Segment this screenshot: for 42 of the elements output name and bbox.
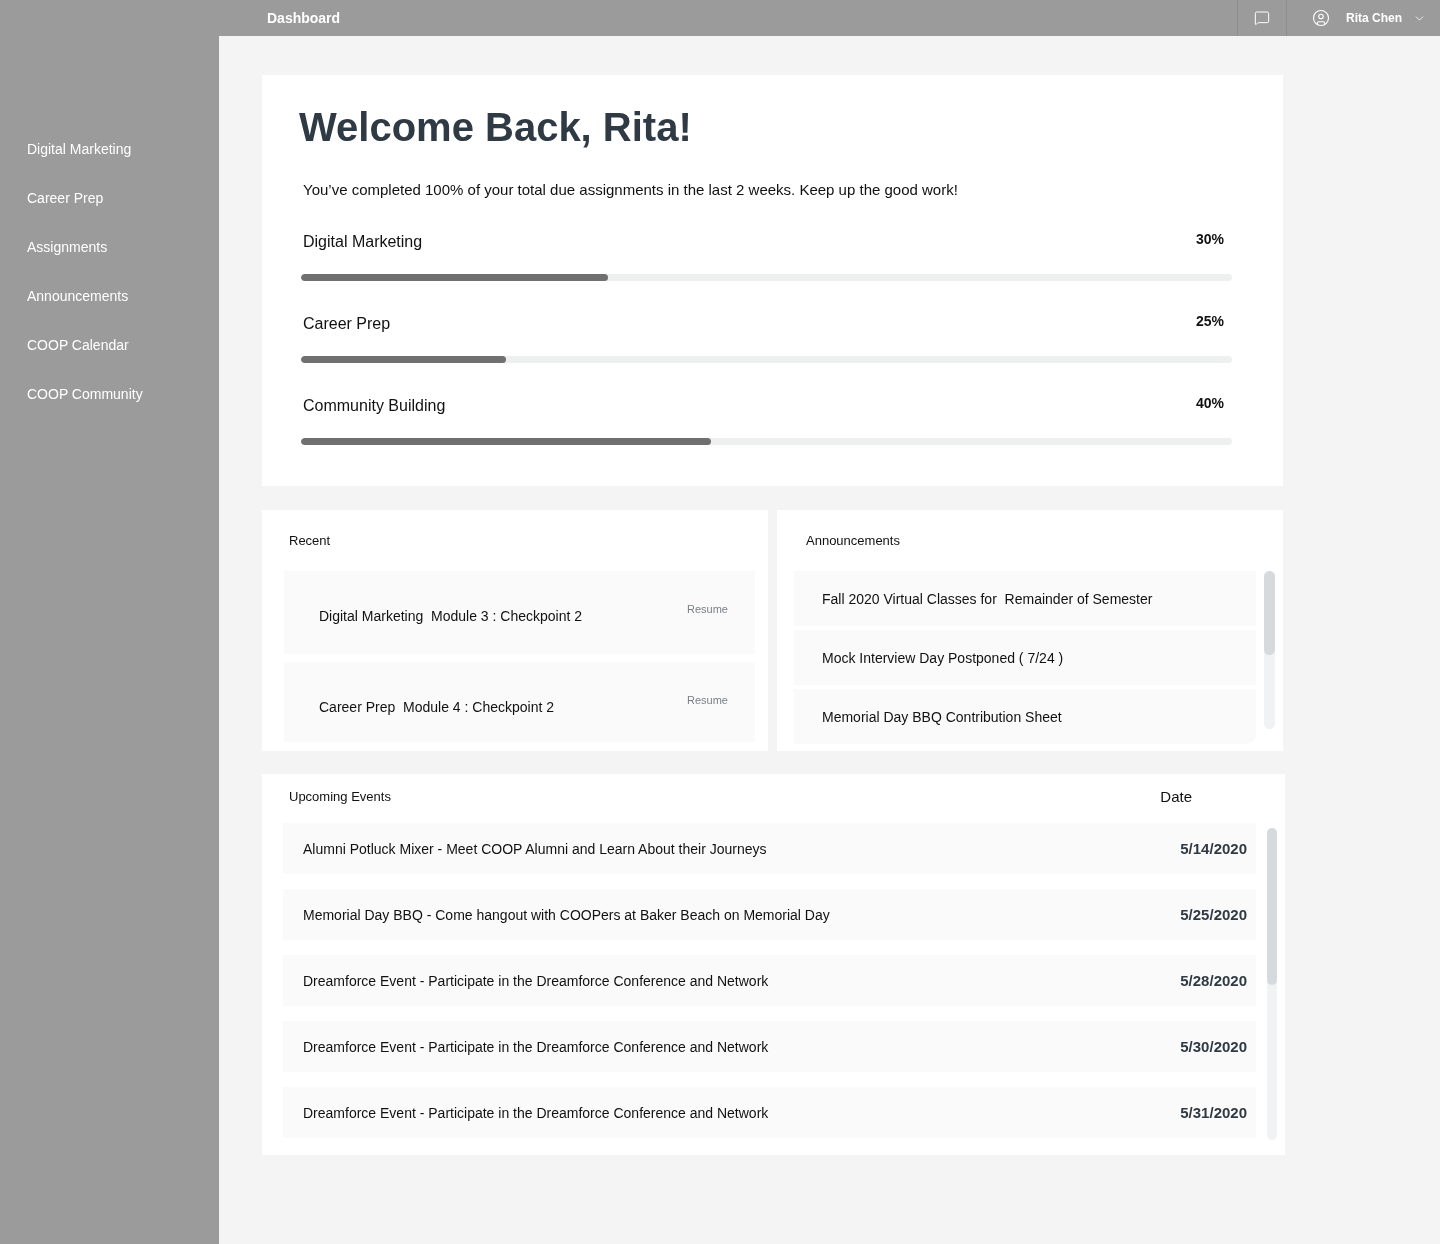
recent-item-title: Digital Marketing Module 3 : Checkpoint 2 (319, 607, 583, 625)
event-title: Dreamforce Event - Participate in the Dreamforce Conference and Network (303, 1037, 769, 1056)
announcement-item[interactable]: Fall 2020 Virtual Classes for Remainder of Semester (794, 571, 1256, 626)
event-date: 5/28/2020 (1180, 971, 1247, 990)
course-label: Community Building (303, 396, 446, 416)
scrollbar-thumb[interactable] (1264, 571, 1275, 655)
scrollbar-thumb[interactable] (1267, 828, 1277, 985)
date-column-header: Date (1160, 788, 1192, 806)
resume-link[interactable]: Resume (687, 693, 728, 707)
recent-item-title: Career Prep Module 4 : Checkpoint 2 (319, 698, 554, 716)
event-title: Alumni Potluck Mixer - Meet COOP Alumni and Learn About their Journeys (303, 839, 767, 858)
announcement-item[interactable]: Mock Interview Day Postponed ( 7/24 ) (794, 630, 1256, 685)
recent-item[interactable]: Digital Marketing Module 3 : Checkpoint 2 Resume (284, 571, 755, 654)
page-title: Dashboard (267, 9, 341, 27)
recent-heading: Recent (289, 533, 331, 549)
user-avatar-icon (1312, 9, 1330, 27)
event-date: 5/14/2020 (1180, 839, 1247, 858)
events-heading: Upcoming Events (289, 789, 391, 805)
completion-message: You’ve completed 100% of your total due assignments in the last 2 weeks. Keep up the good work! (303, 180, 958, 200)
event-title: Dreamforce Event - Participate in the Dreamforce Conference and Network (303, 971, 769, 990)
progress-percent: 30% (1195, 230, 1224, 248)
event-date: 5/31/2020 (1180, 1103, 1247, 1122)
course-label: Career Prep (303, 314, 391, 334)
event-row[interactable]: Dreamforce Event - Participate in the Dreamforce Conference and Network 5/30/2020 (283, 1021, 1256, 1072)
recent-item[interactable]: Career Prep Module 4 : Checkpoint 2 Resume (284, 662, 755, 742)
chat-button[interactable] (1237, 0, 1287, 36)
progress-percent: 40% (1195, 394, 1224, 412)
event-row[interactable]: Dreamforce Event - Participate in the Dreamforce Conference and Network 5/28/2020 (283, 955, 1256, 1006)
resume-link[interactable]: Resume (687, 602, 728, 616)
announcement-item[interactable]: Memorial Day BBQ Contribution Sheet (794, 689, 1256, 744)
chat-bubble-icon (1254, 10, 1270, 26)
course-label: Digital Marketing (303, 232, 423, 252)
event-row[interactable]: Memorial Day BBQ - Come hangout with COOPers at Baker Beach on Memorial Day 5/25/2020 (283, 889, 1256, 940)
event-title: Memorial Day BBQ - Come hangout with COOPers at Baker Beach on Memorial Day (303, 905, 830, 924)
event-date: 5/25/2020 (1180, 905, 1247, 924)
announcements-heading: Announcements (806, 533, 900, 549)
event-title: Dreamforce Event - Participate in the Dreamforce Conference and Network (303, 1103, 769, 1122)
progress-percent: 25% (1195, 312, 1224, 330)
welcome-title: Welcome Back, Rita! (299, 104, 692, 151)
event-row[interactable]: Alumni Potluck Mixer - Meet COOP Alumni and Learn About their Journeys 5/14/2020 (283, 823, 1256, 874)
event-row[interactable]: Dreamforce Event - Participate in the Dreamforce Conference and Network 5/31/2020 (283, 1087, 1256, 1138)
event-date: 5/30/2020 (1180, 1037, 1247, 1056)
